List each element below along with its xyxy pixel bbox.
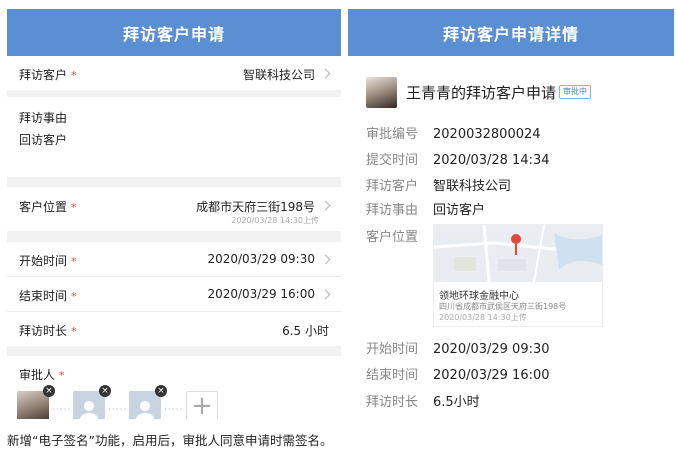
duration-row: 拜访时长 * 6.5 小时	[7, 312, 341, 346]
close-icon[interactable]: ×	[155, 385, 167, 397]
customer-row[interactable]: 拜访客户 * 智联科技公司	[7, 56, 341, 90]
detail-title: 王青青的拜访客户申请	[406, 84, 557, 102]
field-duration: 拜访时长 6.5小时	[366, 395, 480, 410]
reason-label: 拜访事由	[19, 111, 68, 125]
approver-label: 审批人 *	[19, 368, 65, 382]
location-row[interactable]: 客户位置 * 成都市天府三街198号 2020/03/28 14:30上传	[7, 187, 341, 231]
map-place-name: 领地环球金融中心	[439, 291, 519, 302]
location-map-card[interactable]: 领地环球金融中心 四川省成都市武侯区天府三街198号 2020/03/28 14…	[433, 224, 603, 327]
applicant-avatar	[366, 77, 397, 108]
location-timestamp: 2020/03/28 14:30上传	[231, 216, 319, 225]
end-time-label: 结束时间 *	[19, 289, 77, 303]
customer-value: 智联科技公司	[242, 68, 315, 82]
connector-dots: ·····	[108, 405, 128, 415]
detail-panel: 拜访客户申请详情 王青青的拜访客户申请 审批中 审批编号 202003280002…	[348, 9, 674, 419]
chevron-right-icon	[320, 289, 331, 300]
status-badge: 审批中	[559, 85, 591, 99]
location-label: 客户位置 *	[19, 200, 77, 214]
customer-label: 拜访客户 *	[19, 68, 77, 82]
location-value: 成都市天府三街198号	[196, 200, 315, 214]
start-time-value: 2020/03/29 09:30	[207, 252, 315, 266]
reason-value: 回访客户	[19, 133, 68, 147]
map-address: 四川省成都市武侯区天府三街198号	[439, 302, 567, 311]
reason-row[interactable]: 拜访事由 回访客户	[7, 97, 341, 177]
connector-dots: ·····	[52, 405, 72, 415]
detail-header-title: 拜访客户申请详情	[442, 24, 579, 44]
form-header-title: 拜访客户申请	[122, 24, 225, 44]
end-time-row[interactable]: 结束时间 * 2020/03/29 16:00	[7, 277, 341, 311]
approver-row: 审批人 * × ····· × ····· × ····· +	[7, 356, 341, 419]
add-approver-button[interactable]: +	[186, 391, 218, 419]
map-upload-time: 2020/03/28 14:30上传	[439, 313, 527, 322]
approver-avatar-3: ×	[129, 385, 167, 419]
end-time-value: 2020/03/29 16:00	[207, 287, 315, 301]
start-time-label: 开始时间 *	[19, 254, 77, 268]
chevron-right-icon	[320, 200, 331, 211]
apply-form-panel: 拜访客户申请 拜访客户 * 智联科技公司 拜访事由 回访客户 客户位置 * 成都市天…	[7, 9, 341, 419]
field-approval-no: 审批编号 2020032800024	[366, 127, 541, 142]
approver-avatar-2: ×	[73, 385, 111, 419]
chevron-right-icon	[320, 68, 331, 79]
field-customer: 拜访客户 智联科技公司	[366, 179, 512, 194]
duration-value: 6.5 小时	[282, 324, 329, 338]
chevron-right-icon	[320, 254, 331, 265]
close-icon[interactable]: ×	[99, 385, 111, 397]
field-submit-time: 提交时间 2020/03/28 14:34	[366, 153, 550, 168]
duration-label: 拜访时长 *	[19, 324, 77, 338]
connector-dots: ·····	[164, 405, 184, 415]
field-location: 客户位置	[366, 230, 419, 245]
field-reason: 拜访事由 回访客户	[366, 203, 486, 218]
detail-header: 拜访客户申请详情	[348, 9, 674, 56]
field-start-time: 开始时间 2020/03/29 09:30	[366, 342, 550, 357]
field-end-time: 结束时间 2020/03/29 16:00	[366, 368, 550, 383]
approver-avatar-1: ×	[17, 385, 55, 419]
start-time-row[interactable]: 开始时间 * 2020/03/29 09:30	[7, 242, 341, 276]
close-icon[interactable]: ×	[43, 385, 55, 397]
map-thumbnail[interactable]	[434, 225, 602, 282]
form-header: 拜访客户申请	[7, 9, 341, 56]
feature-caption: 新增“电子签名”功能，启用后，审批人同意申请时需签名。	[7, 433, 333, 448]
